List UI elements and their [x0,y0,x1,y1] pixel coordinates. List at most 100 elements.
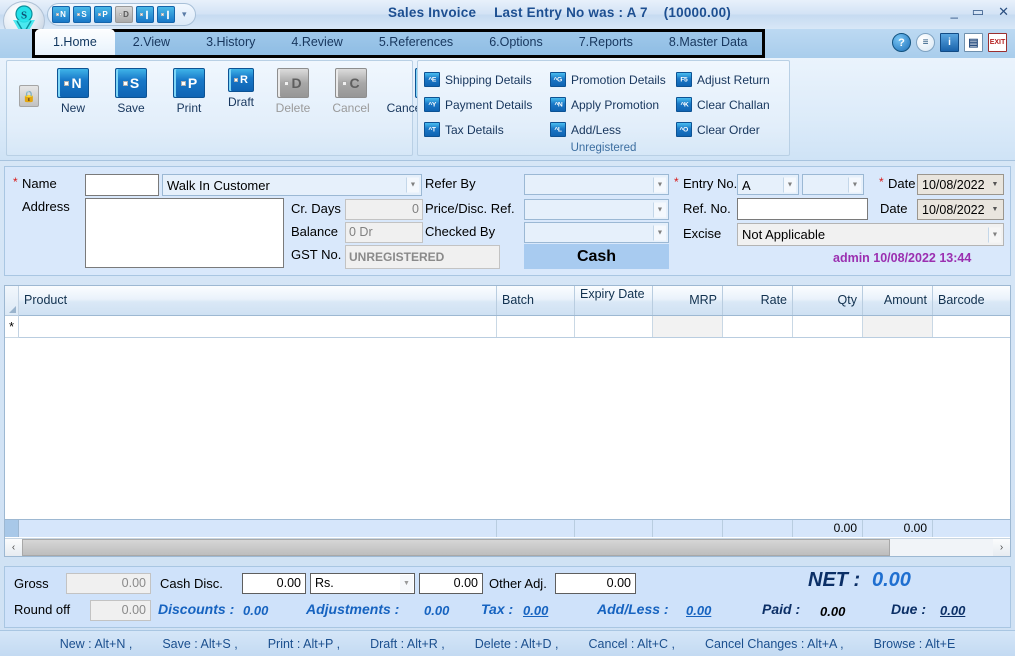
qat-overflow-icon[interactable]: ▾ [182,9,187,20]
adjust-return-icon: F5 [676,72,692,87]
table-row[interactable] [19,316,1010,338]
checked-by-combo[interactable]: ▼ [524,222,669,243]
chevron-down-icon[interactable]: ▼ [988,201,1002,218]
print-button[interactable]: P Print [161,66,217,115]
qat-print-button[interactable]: P [94,6,112,23]
tab-view[interactable]: 2.View [115,29,188,55]
column-header-barcode[interactable]: Barcode [933,286,1008,315]
apply-promotion-button[interactable]: ^N Apply Promotion [550,92,672,117]
invoice-date-picker[interactable]: 10/08/2022 ▼ [917,174,1004,195]
grid-horizontal-scrollbar[interactable]: ‹ › [5,538,1010,556]
scroll-right-icon[interactable]: › [993,539,1010,556]
name-code-input[interactable] [85,174,159,196]
chevron-down-icon[interactable]: ▼ [400,575,413,592]
draft-icon-letter: R [240,74,248,86]
excise-combo[interactable]: Not Applicable ▼ [737,223,1004,246]
exit-icon[interactable]: EXIT [988,33,1007,52]
scrollbar-thumb[interactable] [22,539,890,556]
cell-rate[interactable] [723,316,793,337]
chevron-down-icon[interactable]: ▼ [653,225,666,240]
close-icon[interactable]: ✕ [998,5,1009,18]
add-less-value[interactable]: 0.00 [686,603,711,618]
grid-empty-body[interactable] [5,338,1010,519]
column-header-qty[interactable]: Qty [793,286,863,315]
chevron-down-icon[interactable]: ▼ [406,177,419,193]
new-button[interactable]: N New [45,66,101,115]
support-icon[interactable]: ≡ [916,33,935,52]
save-button[interactable]: S Save [103,66,159,115]
cell-qty[interactable] [793,316,863,337]
info-icon[interactable]: i [940,33,959,52]
chevron-down-icon[interactable]: ▼ [848,177,861,192]
shortcut-save: Save : Alt+S , [162,636,238,651]
cash-disc-unit-combo[interactable]: Rs. ▼ [310,573,415,594]
cell-product[interactable] [19,316,497,337]
clear-challan-button[interactable]: ^K Clear Challan [676,92,788,117]
column-header-expiry-date[interactable]: Expiry Date [575,286,653,315]
total-amount: 0.00 [863,520,933,537]
chevron-down-icon[interactable]: ▼ [783,177,796,192]
entry-no-series-combo[interactable]: A ▼ [737,174,799,195]
excise-value: Not Applicable [742,227,826,242]
ref-date-picker[interactable]: 10/08/2022 ▼ [917,199,1004,220]
grid-select-all-corner[interactable] [5,286,19,316]
chevron-down-icon[interactable]: ▼ [988,227,1001,242]
clear-order-button[interactable]: ^O Clear Order [676,117,788,142]
price-disc-ref-combo[interactable]: ▼ [524,199,669,220]
discounts-label: Discounts : [158,601,235,617]
lock-icon: 🔒 [19,85,39,107]
column-header-mrp[interactable]: MRP [653,286,723,315]
refer-by-combo[interactable]: ▼ [524,174,669,195]
add-less-button[interactable]: ^L Add/Less [550,117,672,142]
payment-details-button[interactable]: ^Y Payment Details [424,92,546,117]
tax-details-button[interactable]: ^T Tax Details [424,117,546,142]
qat-save-button[interactable]: S [73,6,91,23]
cell-amount[interactable] [863,316,933,337]
scroll-left-icon[interactable]: ‹ [5,539,22,556]
tab-options[interactable]: 6.Options [471,29,561,55]
ribbon-action-buttons: N New S Save P Print R Draft D Delete C … [45,66,481,115]
tab-review[interactable]: 4.Review [273,29,360,55]
tab-references[interactable]: 5.References [361,29,471,55]
scrollbar-track[interactable] [22,539,993,556]
cell-barcode[interactable] [933,316,1008,337]
cell-expiry-date[interactable] [575,316,653,337]
tab-home[interactable]: 1.Home [35,29,115,55]
tax-value[interactable]: 0.00 [523,603,548,618]
qat-last-record-button[interactable]: ❙ [157,6,175,23]
shipping-details-button[interactable]: ^E Shipping Details [424,67,546,92]
column-header-batch[interactable]: Batch [497,286,575,315]
minimize-icon[interactable]: _ [951,5,958,18]
draft-button[interactable]: R Draft [219,66,263,109]
chevron-down-icon[interactable]: ▼ [988,176,1002,193]
tab-reports[interactable]: 7.Reports [561,29,651,55]
payment-mode-button[interactable]: Cash [524,244,669,269]
column-header-amount[interactable]: Amount [863,286,933,315]
column-header-product[interactable]: Product [19,286,497,315]
apply-promotion-label: Apply Promotion [571,97,660,112]
cell-mrp[interactable] [653,316,723,337]
ribbon-group-caption: Unregistered [570,142,637,154]
tab-master-data[interactable]: 8.Master Data [651,29,766,55]
qat-new-button[interactable]: N [52,6,70,23]
adjust-return-button[interactable]: F5 Adjust Return [676,67,788,92]
qat-first-record-button[interactable]: ❙ [136,6,154,23]
document-icon[interactable]: ▤ [964,33,983,52]
maximize-icon[interactable]: ▭ [972,5,984,18]
chevron-down-icon[interactable]: ▼ [653,202,666,217]
promotion-details-button[interactable]: ^G Promotion Details [550,67,672,92]
column-header-rate[interactable]: Rate [723,286,793,315]
tab-history[interactable]: 3.History [188,29,273,55]
chevron-down-icon[interactable]: ▼ [653,177,666,192]
address-textarea[interactable] [85,198,284,268]
help-icon[interactable]: ? [892,33,911,52]
other-adj-input[interactable]: 0.00 [555,573,636,594]
discounts-value: 0.00 [243,603,269,618]
save-button-label: Save [117,101,145,115]
cell-batch[interactable] [497,316,575,337]
customer-name-combo[interactable]: Walk In Customer ▼ [162,174,422,196]
entry-no-input[interactable]: ▼ [802,174,864,195]
cash-disc-input[interactable]: 0.00 [242,573,306,594]
cash-disc-amount-input[interactable]: 0.00 [419,573,483,594]
ref-no-input[interactable] [737,198,868,220]
